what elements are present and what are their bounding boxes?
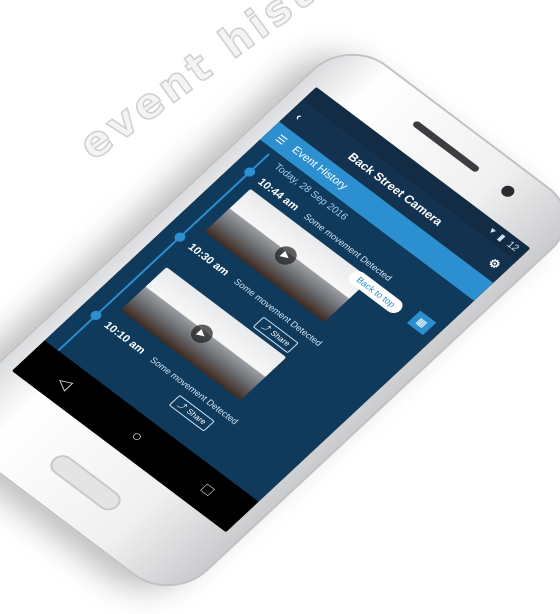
menu-icon[interactable]: ☰ — [273, 132, 291, 147]
front-camera — [498, 183, 518, 199]
home-button[interactable] — [45, 451, 126, 515]
wifi-icon: ▾ — [486, 225, 499, 237]
nav-home-icon[interactable]: ○ — [126, 428, 146, 446]
play-icon[interactable]: ▶ — [270, 242, 302, 269]
timeline-dot — [88, 308, 104, 322]
timeline-dot — [172, 230, 188, 244]
play-icon[interactable]: ▶ — [186, 320, 218, 347]
nav-recents-icon[interactable]: □ — [196, 481, 217, 499]
timeline-dot — [242, 165, 258, 179]
speaker-grille — [411, 120, 481, 174]
nav-back-icon[interactable]: ◁ — [52, 372, 77, 393]
status-time: 12 — [504, 239, 522, 254]
share-label: Share — [184, 407, 209, 427]
battery-icon: ▮ — [495, 232, 508, 244]
share-label: Share — [268, 328, 293, 348]
